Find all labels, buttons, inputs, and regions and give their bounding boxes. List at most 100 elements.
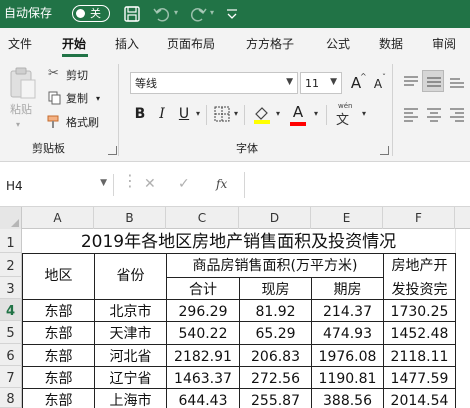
column-header-e[interactable]: E xyxy=(311,207,383,229)
cancel-icon[interactable]: ✕ xyxy=(144,176,156,192)
cell-futures[interactable]: 214.37 xyxy=(312,300,383,321)
cell-total[interactable]: 1463.37 xyxy=(167,367,239,388)
row-header-6[interactable]: 6 xyxy=(0,344,22,366)
autosave-toggle[interactable]: 关 xyxy=(72,5,110,22)
cell-investment[interactable]: 2118.11 xyxy=(384,345,455,366)
cell-futures[interactable]: 1190.81 xyxy=(312,367,383,388)
header-futures[interactable]: 期房 xyxy=(312,278,383,299)
phonetic-guide-button[interactable]: 文 xyxy=(336,109,349,128)
select-all-button[interactable] xyxy=(0,207,22,229)
font-launcher-icon[interactable] xyxy=(380,146,389,155)
underline-button[interactable]: U xyxy=(174,104,194,124)
row-header-3[interactable]: 3 xyxy=(0,277,22,299)
bold-button[interactable]: B xyxy=(130,104,150,124)
cell-spot[interactable]: 65.29 xyxy=(240,322,311,344)
align-top-icon[interactable] xyxy=(402,74,420,90)
copy-button[interactable]: 复制 xyxy=(66,92,88,105)
italic-button[interactable]: I xyxy=(152,104,172,124)
column-header-a[interactable]: A xyxy=(22,207,94,229)
font-color-dropdown-icon[interactable]: ▾ xyxy=(314,109,318,118)
column-header-b[interactable]: B xyxy=(94,207,166,229)
row-header-5[interactable]: 5 xyxy=(0,321,22,344)
cell-total[interactable]: 644.43 xyxy=(167,389,239,408)
cell-province[interactable]: 天津市 xyxy=(95,322,166,344)
tab-fangfang-gezi[interactable]: 方方格子 xyxy=(246,37,294,51)
tab-home[interactable]: 开始 xyxy=(62,37,86,51)
cell-region[interactable]: 东部 xyxy=(23,322,94,344)
header-region[interactable]: 地区 xyxy=(23,254,94,299)
tab-insert[interactable]: 插入 xyxy=(115,37,139,51)
header-total[interactable]: 合计 xyxy=(167,278,239,299)
tab-page-layout[interactable]: 页面布局 xyxy=(167,37,215,51)
enter-icon[interactable]: ✓ xyxy=(178,176,190,192)
cell-total[interactable]: 540.22 xyxy=(167,322,239,344)
underline-dropdown-icon[interactable]: ▾ xyxy=(196,109,200,118)
cell-total[interactable]: 2182.91 xyxy=(167,345,239,366)
row-header-1[interactable]: 1 xyxy=(0,229,22,253)
cell-region[interactable]: 东部 xyxy=(23,367,94,388)
insert-function-button[interactable]: fx xyxy=(216,177,227,191)
tab-formulas[interactable]: 公式 xyxy=(326,37,350,51)
align-right-icon[interactable] xyxy=(448,106,466,122)
name-box[interactable]: H4 ▼ xyxy=(0,174,114,196)
cell-spot[interactable]: 81.92 xyxy=(240,300,311,321)
cell-province[interactable]: 河北省 xyxy=(95,345,166,366)
header-investment-cont[interactable]: 发投资完 xyxy=(384,278,455,299)
redo-dropdown-icon[interactable]: ▾ xyxy=(210,8,214,17)
font-name-dropdown[interactable]: 等线 ▼ xyxy=(130,72,298,94)
font-size-dropdown[interactable]: 11 ▼ xyxy=(300,72,342,94)
tab-review[interactable]: 审阅 xyxy=(432,37,456,51)
paste-button[interactable]: 粘贴 xyxy=(10,103,32,116)
header-investment[interactable]: 房地产开 xyxy=(384,254,455,277)
cell-investment[interactable]: 1452.48 xyxy=(384,322,455,344)
borders-icon[interactable] xyxy=(214,106,230,122)
column-header-c[interactable]: C xyxy=(166,207,239,229)
align-middle-button[interactable] xyxy=(422,70,444,92)
cell-region[interactable]: 东部 xyxy=(23,345,94,366)
fill-color-icon[interactable] xyxy=(252,104,272,124)
sheet-title[interactable]: 2019年各地区房地产销售面积及投资情况 xyxy=(22,229,455,253)
align-center-icon[interactable] xyxy=(425,106,443,122)
cell-province[interactable]: 北京市 xyxy=(95,300,166,321)
tab-file[interactable]: 文件 xyxy=(8,37,32,51)
save-icon[interactable] xyxy=(122,4,142,24)
header-province[interactable]: 省份 xyxy=(95,254,166,299)
more-options-icon[interactable]: ⋮ xyxy=(122,171,139,190)
fill-color-dropdown-icon[interactable]: ▾ xyxy=(276,109,280,118)
format-painter-button[interactable]: 格式刷 xyxy=(66,116,99,129)
redo-icon[interactable] xyxy=(188,4,208,24)
row-header-4[interactable]: 4 xyxy=(0,299,22,321)
align-left-icon[interactable] xyxy=(402,106,420,122)
cut-button[interactable]: 剪切 xyxy=(66,69,88,82)
cell-province[interactable]: 上海市 xyxy=(95,389,166,408)
cell-province[interactable]: 辽宁省 xyxy=(95,367,166,388)
paste-icon[interactable] xyxy=(8,66,38,100)
font-color-button[interactable]: A xyxy=(288,102,308,122)
row-header-2[interactable]: 2 xyxy=(0,253,22,277)
copy-dropdown-icon[interactable]: ▾ xyxy=(96,92,100,105)
undo-dropdown-icon[interactable]: ▾ xyxy=(174,8,178,17)
align-bottom-icon[interactable] xyxy=(448,74,466,90)
formula-input[interactable] xyxy=(244,172,470,198)
row-header-7[interactable]: 7 xyxy=(0,366,22,388)
cell-futures[interactable]: 388.56 xyxy=(312,389,383,408)
clipboard-launcher-icon[interactable] xyxy=(108,146,117,155)
row-header-8[interactable]: 8 xyxy=(0,388,22,408)
header-sales-area[interactable]: 商品房销售面积(万平方米) xyxy=(167,254,383,277)
cell-region[interactable]: 东部 xyxy=(23,389,94,408)
cell-investment[interactable]: 1730.25 xyxy=(384,300,455,321)
cell-spot[interactable]: 272.56 xyxy=(240,367,311,388)
column-header-f[interactable]: F xyxy=(383,207,455,229)
cell-spot[interactable]: 255.87 xyxy=(240,389,311,408)
phonetic-dropdown-icon[interactable]: ▾ xyxy=(362,109,366,118)
column-header-d[interactable]: D xyxy=(239,207,311,229)
cell-investment[interactable]: 1477.59 xyxy=(384,367,455,388)
customize-toolbar-icon[interactable] xyxy=(222,4,242,24)
tab-data[interactable]: 数据 xyxy=(379,37,403,51)
cell-futures[interactable]: 474.93 xyxy=(312,322,383,344)
paste-dropdown-icon[interactable]: ▾ xyxy=(16,118,20,131)
cell-investment[interactable]: 2014.54 xyxy=(384,389,455,408)
header-spot[interactable]: 现房 xyxy=(240,278,311,299)
cell-futures[interactable]: 1976.08 xyxy=(312,345,383,366)
cell-total[interactable]: 296.29 xyxy=(167,300,239,321)
